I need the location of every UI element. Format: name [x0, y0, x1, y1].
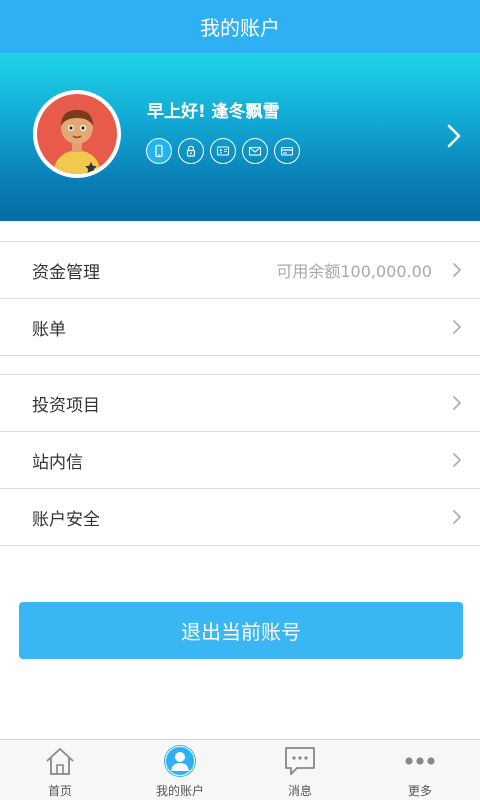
tab-home[interactable]: 首页	[0, 740, 120, 800]
chevron-right-icon	[452, 319, 462, 335]
tab-label: 消息	[287, 784, 312, 798]
menu-item-funds[interactable]: 资金管理 可用余额100,000.00	[0, 242, 480, 299]
menu-item-bills[interactable]: 账单	[0, 299, 480, 356]
user-icon	[163, 744, 197, 778]
menu-group-funds: 资金管理 可用余额100,000.00 账单	[0, 241, 480, 356]
title-bar: 我的账户	[0, 0, 480, 53]
greeting-text: 早上好! 逢冬飘雪	[147, 102, 280, 122]
tab-label: 更多	[407, 784, 432, 798]
phone-icon[interactable]	[146, 138, 172, 164]
chevron-right-icon[interactable]	[444, 123, 464, 149]
avatar-icon	[37, 94, 117, 174]
verification-badges	[146, 138, 300, 164]
tab-label: 首页	[47, 784, 72, 798]
bank-card-icon[interactable]	[274, 138, 300, 164]
tab-my-account[interactable]: 我的账户	[120, 740, 240, 800]
menu-item-label: 账单	[32, 319, 66, 340]
chevron-right-icon	[452, 395, 462, 411]
message-icon	[283, 744, 317, 778]
chevron-right-icon	[452, 509, 462, 525]
lock-icon[interactable]	[178, 138, 204, 164]
chevron-right-icon	[452, 452, 462, 468]
page-title: 我的账户	[200, 16, 280, 40]
chevron-right-icon	[452, 262, 462, 278]
mail-icon[interactable]	[242, 138, 268, 164]
menu-item-label: 账户安全	[32, 509, 100, 530]
tab-label: 我的账户	[155, 784, 204, 798]
menu-item-investments[interactable]: 投资项目	[0, 375, 480, 432]
home-icon	[43, 744, 77, 778]
id-card-icon[interactable]	[210, 138, 236, 164]
menu-item-label: 投资项目	[32, 395, 100, 416]
menu-group-account: 投资项目 站内信 账户安全	[0, 374, 480, 546]
bottom-tab-bar: 首页 我的账户 消息 更多	[0, 739, 480, 800]
available-balance: 可用余额100,000.00	[276, 262, 432, 281]
menu-item-label: 资金管理	[32, 262, 100, 283]
menu-item-security[interactable]: 账户安全	[0, 489, 480, 546]
profile-banner[interactable]: 早上好! 逢冬飘雪	[0, 53, 480, 221]
logout-button[interactable]: 退出当前账号	[19, 602, 463, 659]
tab-more[interactable]: 更多	[360, 740, 480, 800]
avatar[interactable]	[33, 90, 121, 178]
more-icon	[403, 744, 437, 778]
tab-messages[interactable]: 消息	[240, 740, 360, 800]
menu-item-inbox[interactable]: 站内信	[0, 432, 480, 489]
menu-item-label: 站内信	[32, 452, 83, 473]
